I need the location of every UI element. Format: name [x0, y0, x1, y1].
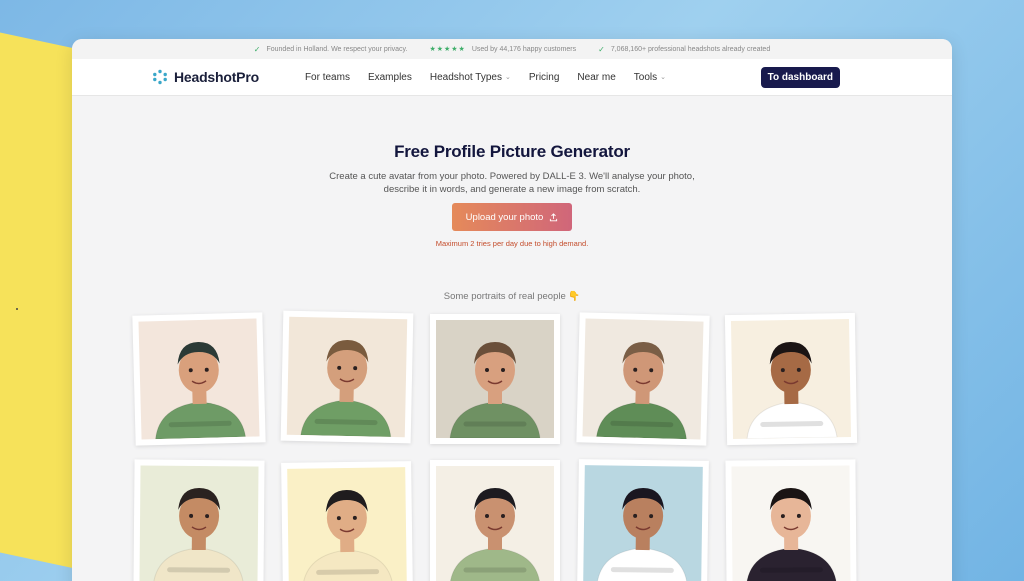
logo-text: HeadshotPro [174, 69, 259, 85]
portrait-card [133, 459, 265, 581]
trust-bar: ✓ Founded in Holland. We respect your pr… [72, 39, 952, 59]
hero-section: Free Profile Picture Generator Create a … [72, 96, 952, 302]
trust-item-customers: ★★★★★ Used by 44,176 happy customers [429, 45, 577, 54]
dashboard-button[interactable]: To dashboard [760, 67, 840, 88]
avatar-illustration [746, 342, 838, 440]
upload-icon [550, 212, 558, 221]
rate-limit-note: Maximum 2 tries per day due to high dema… [435, 239, 589, 248]
portrait-image [731, 465, 851, 581]
nav-tools[interactable]: Tools ⌄ [634, 72, 666, 83]
portrait-image [138, 318, 260, 440]
portrait-card [577, 459, 709, 581]
portrait-image [582, 318, 704, 440]
portrait-image [287, 467, 407, 581]
nav-pricing[interactable]: Pricing [529, 72, 560, 83]
portrait-image [730, 318, 852, 440]
portrait-image [436, 320, 554, 438]
portrait-card [724, 312, 858, 446]
trust-text: Used by 44,176 happy customers [471, 45, 577, 53]
nav-label: Pricing [528, 71, 560, 83]
avatar-illustration [595, 342, 687, 440]
background-dot [16, 308, 18, 310]
nav-for-teams[interactable]: For teams [305, 72, 350, 83]
portrait-card [430, 460, 560, 581]
portrait-image [436, 466, 554, 581]
nav-label: Near me [577, 71, 616, 83]
nav-links: For teams Examples Headshot Types ⌄ Prici… [305, 72, 666, 83]
avatar-illustration [596, 488, 688, 581]
nav-label: Tools [633, 71, 658, 83]
portrait-image [583, 465, 703, 581]
nav-label: Headshot Types [429, 71, 502, 83]
portrait-card [281, 461, 413, 581]
upload-label: Upload your photo [465, 211, 544, 223]
portrait-card [430, 314, 560, 444]
description-line: Create a cute avatar from your photo. Po… [329, 171, 695, 182]
trust-text: 7,068,160+ professional headshots alread… [610, 45, 771, 53]
avatar-illustration [155, 342, 247, 440]
trust-item-privacy: ✓ Founded in Holland. We respect your pr… [254, 45, 408, 54]
portrait-image [139, 465, 259, 581]
portrait-card [280, 310, 414, 444]
check-icon: ✓ [598, 44, 605, 54]
page-description: Create a cute avatar from your photo. Po… [322, 170, 702, 196]
avatar-illustration [302, 490, 394, 581]
avatar-illustration [450, 488, 540, 581]
stars-icon: ★★★★★ [429, 46, 466, 53]
portrait-card [132, 312, 266, 446]
avatar-illustration [300, 340, 392, 438]
portraits-heading: Some portraits of real people 👇 [443, 291, 581, 302]
nav-label: Examples [367, 71, 412, 83]
check-icon: ✓ [253, 44, 261, 54]
portrait-card [725, 459, 857, 581]
portrait-image [286, 316, 408, 438]
avatar-illustration [449, 342, 541, 438]
nav-label: For teams [304, 71, 350, 83]
description-line: describe it in words, and generate a new… [383, 184, 641, 195]
chevron-down-icon: ⌄ [660, 74, 666, 81]
page-title: Free Profile Picture Generator [394, 142, 630, 161]
upload-photo-button[interactable]: Upload your photo [452, 203, 572, 231]
logo[interactable]: HeadshotPro [152, 69, 259, 85]
nav-near-me[interactable]: Near me [577, 72, 615, 83]
nav-headshot-types[interactable]: Headshot Types ⌄ [430, 72, 511, 83]
avatar-illustration [745, 488, 838, 581]
main-navbar: HeadshotPro For teams Examples Headshot … [72, 59, 952, 96]
chevron-down-icon: ⌄ [504, 74, 511, 81]
logo-icon [153, 69, 167, 85]
avatar-illustration [152, 488, 245, 581]
trust-text: Founded in Holland. We respect your priv… [266, 45, 408, 53]
portrait-card [576, 312, 710, 446]
trust-item-headshots: ✓ 7,068,160+ professional headshots alre… [598, 45, 770, 54]
nav-examples[interactable]: Examples [368, 72, 412, 83]
browser-window: ✓ Founded in Holland. We respect your pr… [72, 39, 952, 581]
